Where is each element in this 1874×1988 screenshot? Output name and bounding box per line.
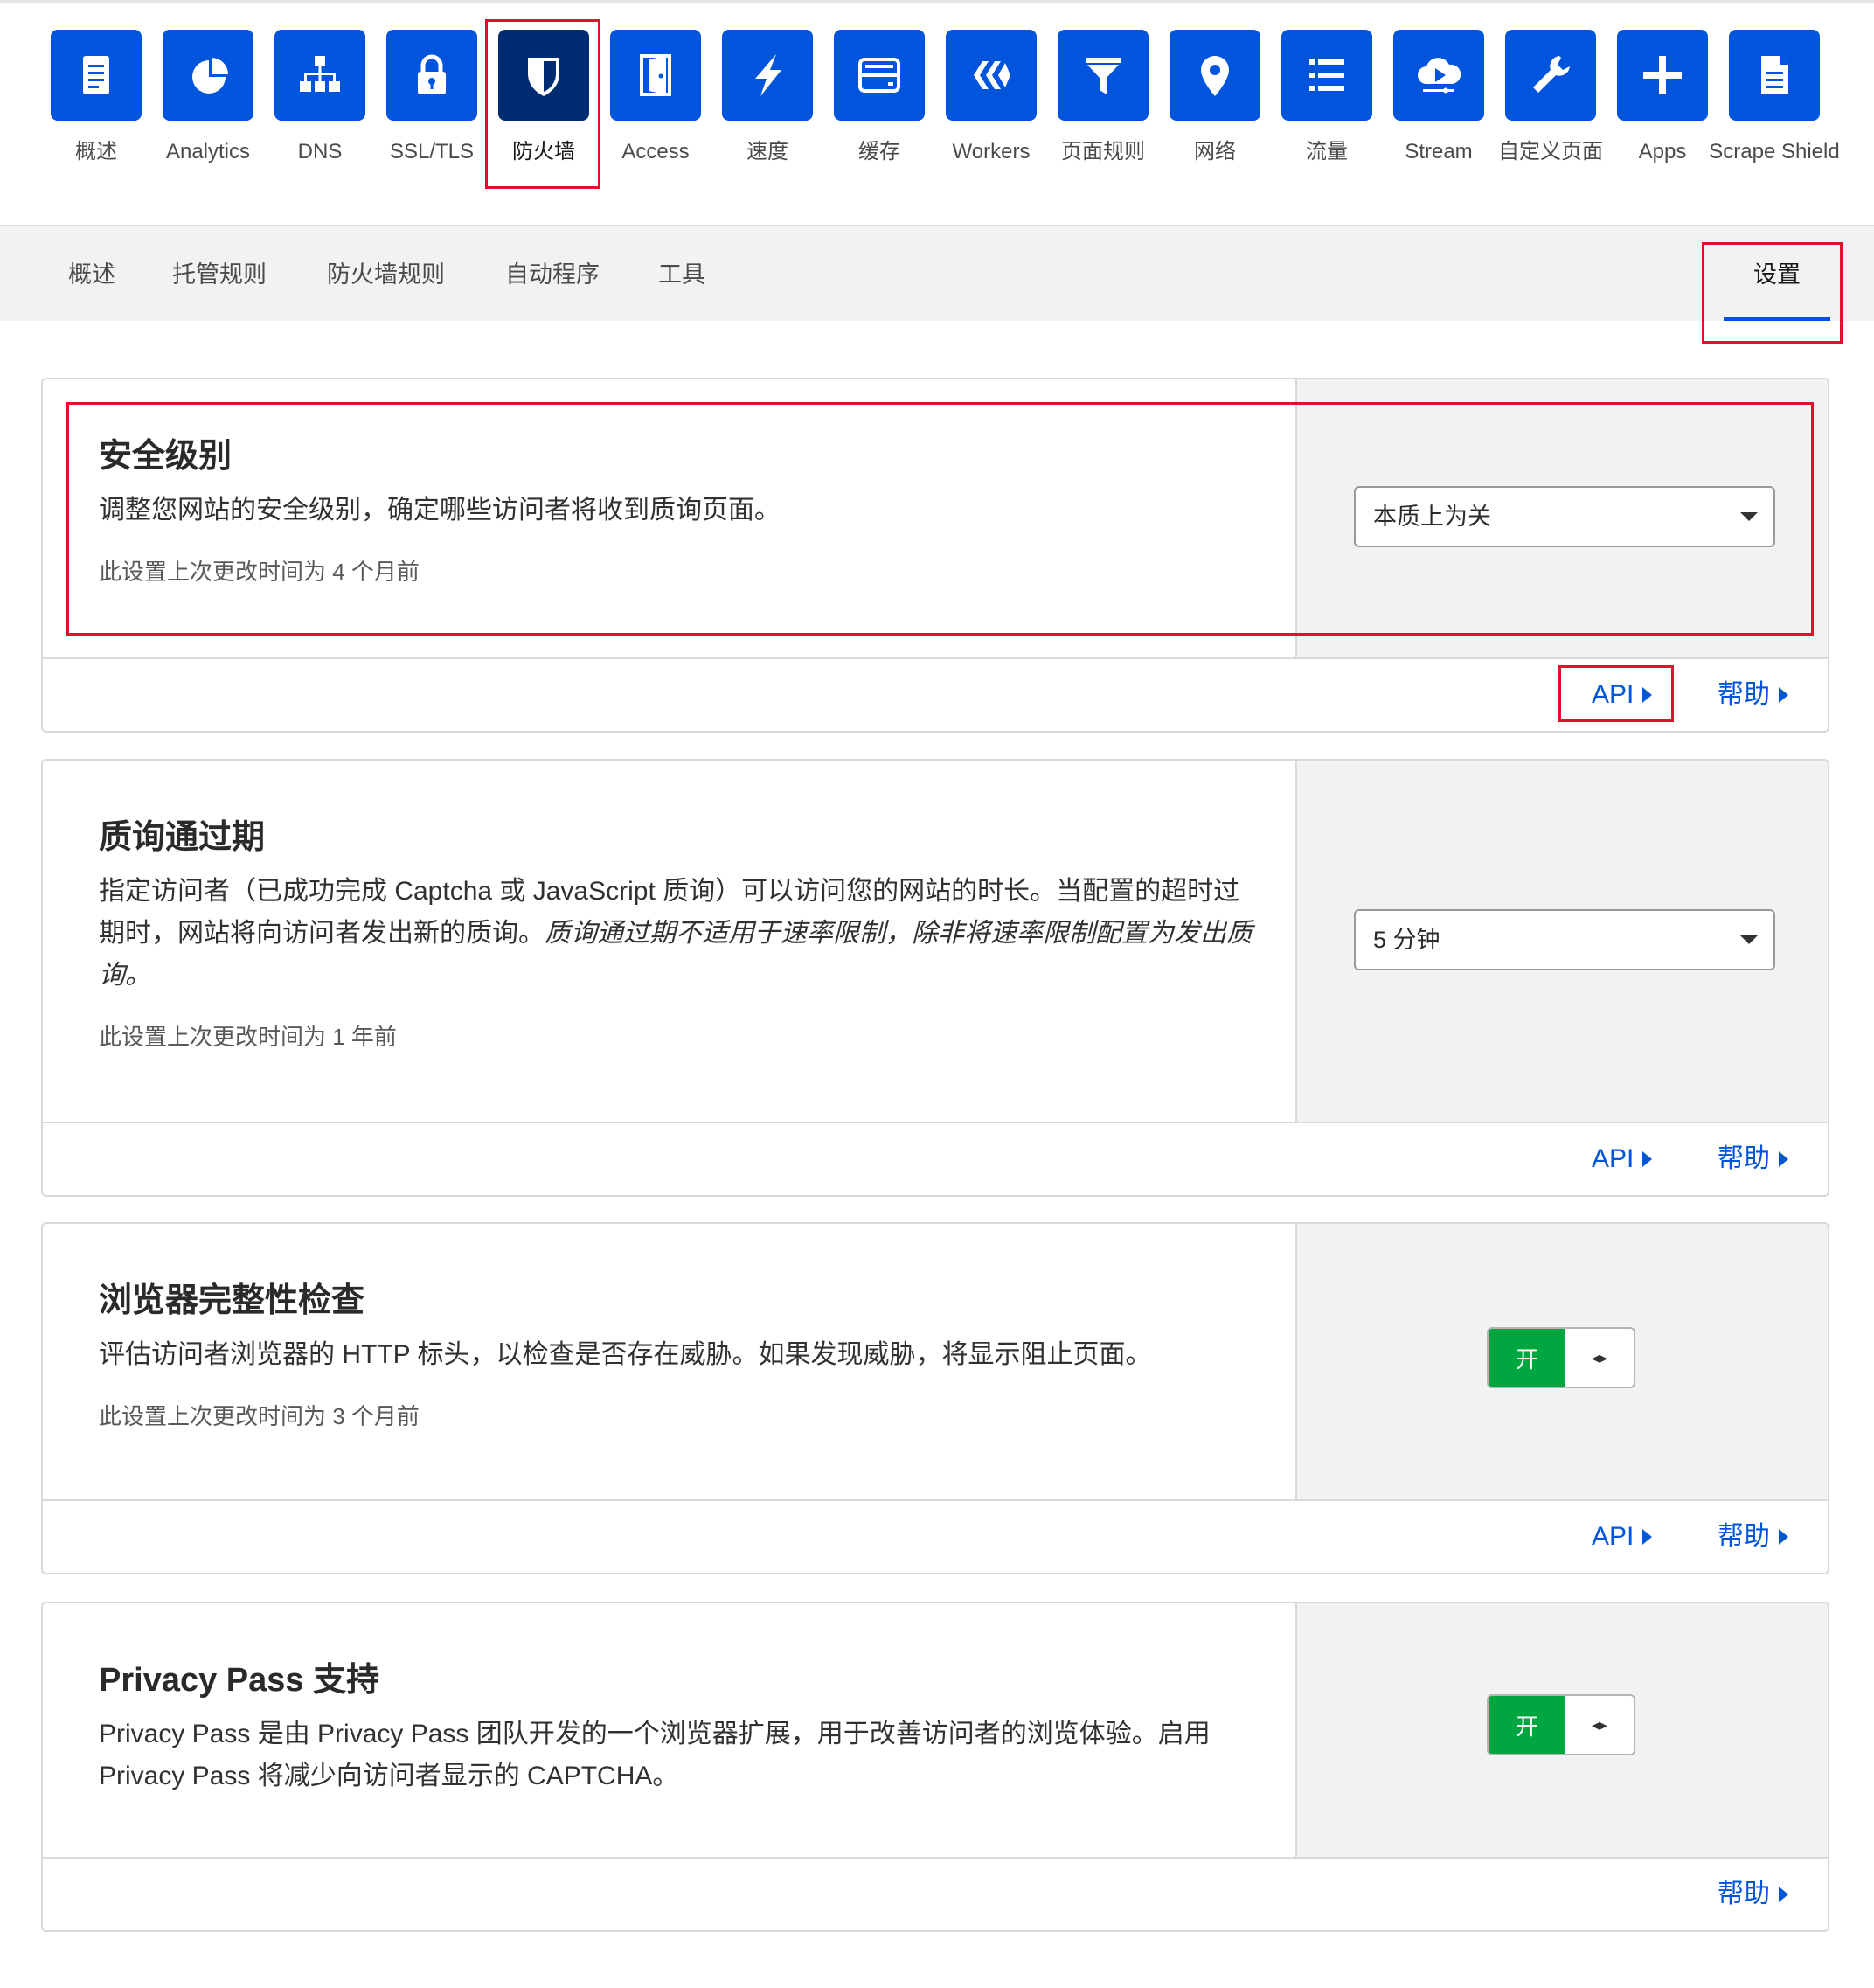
app-network[interactable]: 网络 <box>1159 30 1271 213</box>
card-description: Privacy Pass 是由 Privacy Pass 团队开发的一个浏览器扩… <box>99 1720 1211 1790</box>
location-pin-icon <box>1170 30 1260 121</box>
help-link-label: 帮助 <box>1718 1880 1770 1908</box>
toggle-arrows-icon: ◂▸ <box>1591 1715 1608 1734</box>
help-link[interactable]: 帮助 <box>1718 1859 1788 1930</box>
card-title: 安全级别 <box>99 438 233 475</box>
api-link[interactable]: API <box>1592 1501 1653 1573</box>
app-stream[interactable]: Stream <box>1383 30 1495 213</box>
subnav-item-firewall-rules[interactable]: 防火墙规则 <box>327 226 445 323</box>
card-description: 指定访问者（已成功完成 Captcha 或 JavaScript 质询）可以访问… <box>99 871 1253 997</box>
select-value: 5 分钟 <box>1373 927 1440 953</box>
caret-right-icon <box>1642 1151 1653 1167</box>
app-analytics[interactable]: Analytics <box>152 30 264 213</box>
toggle-arrows-icon: ◂▸ <box>1591 1348 1608 1366</box>
wrench-icon <box>1505 30 1596 121</box>
caret-right-icon <box>1779 1887 1788 1902</box>
last-changed-text: 此设置上次更改时间为 4 个月前 <box>99 559 420 585</box>
browser-integrity-card: 浏览器完整性检查 评估访问者浏览器的 HTTP 标头，以检查是否存在威胁。如果发… <box>41 1222 1829 1574</box>
shield-icon <box>498 30 589 121</box>
server-icon <box>834 30 925 121</box>
last-changed-text: 此设置上次更改时间为 1 年前 <box>99 1024 397 1050</box>
lock-icon <box>386 30 477 121</box>
app-label: Scrape Shield <box>1709 140 1840 163</box>
list-icon <box>1281 30 1372 121</box>
help-link-label: 帮助 <box>1718 1144 1770 1173</box>
security-level-card: 安全级别 调整您网站的安全级别，确定哪些访问者将收到质询页面。 此设置上次更改时… <box>41 378 1829 733</box>
plus-icon <box>1617 30 1708 121</box>
api-link-label: API <box>1592 1144 1635 1173</box>
last-changed-text: 此设置上次更改时间为 3 个月前 <box>99 1403 420 1429</box>
caret-right-icon <box>1642 687 1653 703</box>
api-link-label: API <box>1592 680 1635 709</box>
lightning-icon <box>722 30 813 121</box>
card-title: 质询通过期 <box>99 819 266 856</box>
app-navigation-bar: 概述 Analytics DNS SSL/TLS 防火墙 Access 速度 缓… <box>0 0 1874 225</box>
app-access[interactable]: Access <box>600 30 711 213</box>
app-apps[interactable]: Apps <box>1607 30 1718 213</box>
subnav-item-managed-rules[interactable]: 托管规则 <box>172 226 267 323</box>
workers-icon <box>946 30 1037 121</box>
subnav-item-settings[interactable]: 设置 <box>1753 226 1801 323</box>
select-value: 本质上为关 <box>1373 504 1491 530</box>
caret-right-icon <box>1779 1529 1788 1545</box>
security-level-select[interactable]: 本质上为关 <box>1354 486 1775 547</box>
app-page-rules[interactable]: 页面规则 <box>1047 30 1159 213</box>
app-traffic[interactable]: 流量 <box>1271 30 1383 213</box>
help-link[interactable]: 帮助 <box>1718 1501 1788 1573</box>
page-icon <box>1729 30 1820 121</box>
help-link[interactable]: 帮助 <box>1718 659 1788 731</box>
chevron-down-icon <box>1740 512 1758 521</box>
api-link[interactable]: API <box>1592 1123 1653 1195</box>
network-tree-icon <box>274 30 365 121</box>
api-link-label: API <box>1592 1522 1635 1551</box>
app-workers[interactable]: Workers <box>935 30 1047 213</box>
browser-integrity-toggle[interactable]: 开 ◂▸ <box>1487 1327 1635 1388</box>
subnav-item-tools[interactable]: 工具 <box>658 226 705 323</box>
firewall-subnav: 概述 托管规则 防火墙规则 自动程序 工具 设置 <box>0 225 1874 321</box>
challenge-passage-select[interactable]: 5 分钟 <box>1354 909 1775 970</box>
card-description: 评估访问者浏览器的 HTTP 标头，以检查是否存在威胁。如果发现威胁，将显示阻止… <box>99 1340 1152 1369</box>
app-cache[interactable]: 缓存 <box>823 30 935 213</box>
subnav-item-bots[interactable]: 自动程序 <box>505 226 600 323</box>
card-title: 浏览器完整性检查 <box>99 1282 365 1319</box>
app-ssl-tls[interactable]: SSL/TLS <box>376 30 488 213</box>
help-link-label: 帮助 <box>1718 680 1770 709</box>
privacy-pass-toggle[interactable]: 开 ◂▸ <box>1487 1694 1635 1755</box>
door-icon <box>610 30 701 121</box>
app-speed[interactable]: 速度 <box>711 30 823 213</box>
privacy-pass-card: Privacy Pass 支持 Privacy Pass 是由 Privacy … <box>41 1602 1829 1932</box>
app-dns[interactable]: DNS <box>264 30 376 213</box>
card-title: Privacy Pass 支持 <box>99 1662 380 1699</box>
cloud-play-icon <box>1393 30 1484 121</box>
toggle-on-label: 开 <box>1489 1696 1565 1754</box>
api-link[interactable]: API <box>1592 659 1653 731</box>
toggle-on-label: 开 <box>1489 1329 1565 1387</box>
caret-right-icon <box>1779 1151 1788 1167</box>
filter-icon <box>1058 30 1149 121</box>
subnav-item-overview[interactable]: 概述 <box>68 226 115 323</box>
help-link[interactable]: 帮助 <box>1718 1123 1788 1195</box>
challenge-passage-card: 质询通过期 指定访问者（已成功完成 Captcha 或 JavaScript 质… <box>41 759 1829 1197</box>
app-scrape-shield[interactable]: Scrape Shield <box>1709 30 1840 213</box>
chevron-down-icon <box>1740 935 1758 944</box>
caret-right-icon <box>1642 1529 1653 1545</box>
help-link-label: 帮助 <box>1718 1522 1770 1551</box>
card-description: 调整您网站的安全级别，确定哪些访问者将收到质询页面。 <box>99 496 781 525</box>
app-overview[interactable]: 概述 <box>40 30 152 213</box>
pie-chart-icon <box>163 30 253 121</box>
app-firewall[interactable]: 防火墙 <box>488 30 600 213</box>
app-custom-pages[interactable]: 自定义页面 <box>1495 30 1607 213</box>
document-icon <box>51 30 142 121</box>
active-tab-underline <box>1724 317 1830 321</box>
caret-right-icon <box>1779 687 1788 703</box>
